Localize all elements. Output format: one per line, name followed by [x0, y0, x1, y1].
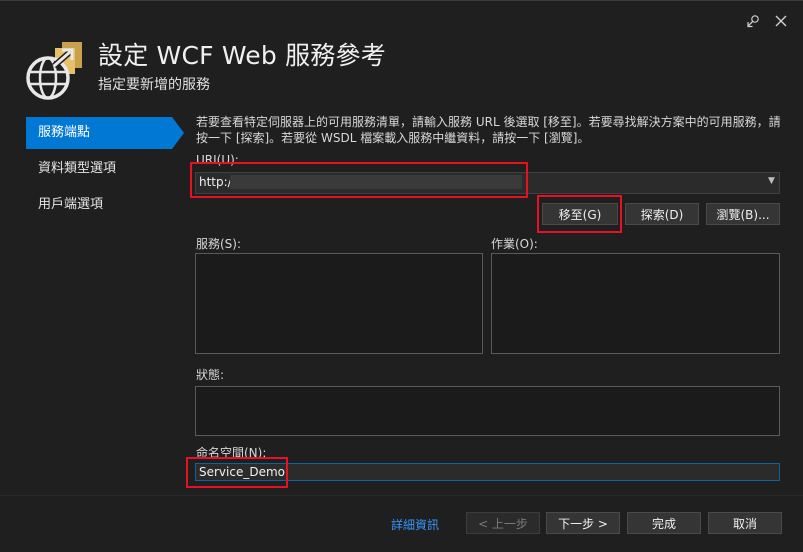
status-label: 狀態: — [196, 368, 225, 382]
previous-button[interactable]: < 上一步 — [466, 512, 540, 534]
services-list[interactable] — [195, 253, 483, 354]
namespace-label: 命名空間(N): — [196, 446, 267, 460]
operations-list[interactable] — [491, 253, 780, 354]
cancel-button[interactable]: 取消 — [708, 512, 782, 534]
dialog-title: 設定 WCF Web 服務參考 — [98, 41, 386, 70]
uri-redacted-area — [230, 175, 522, 189]
instructions-text: 若要查看特定伺服器上的可用服務清單，請輸入服務 URL 後選取 [移至]。若要尋… — [196, 115, 781, 145]
nav-item-service-endpoint[interactable]: 服務端點 — [26, 117, 184, 149]
go-button[interactable]: 移至(G) — [542, 203, 618, 225]
services-label: 服務(S): — [196, 237, 242, 251]
browse-button[interactable]: 瀏覽(B)... — [706, 203, 780, 225]
discover-button[interactable]: 探索(D) — [625, 203, 699, 225]
uri-label: URI(U): — [196, 153, 239, 167]
wcf-globe-icon — [24, 36, 90, 102]
next-button[interactable]: 下一步 > — [546, 512, 620, 534]
chevron-down-icon[interactable]: ▼ — [768, 176, 775, 186]
finish-button[interactable]: 完成 — [627, 512, 701, 534]
close-icon-glyph — [775, 15, 787, 27]
feedback-icon-glyph — [747, 15, 759, 28]
close-icon[interactable] — [770, 10, 792, 32]
status-box — [195, 386, 780, 436]
details-link[interactable]: 詳細資訊 — [391, 516, 439, 533]
nav-item-client-options[interactable]: 用戶端選項 — [26, 189, 172, 221]
operations-label: 作業(O): — [491, 237, 538, 251]
footer-divider — [0, 495, 803, 496]
feedback-icon[interactable] — [743, 10, 765, 32]
nav-item-label: 服務端點 — [38, 125, 91, 140]
nav-item-label: 用戶端選項 — [38, 197, 104, 212]
dialog-subtitle: 指定要新增的服務 — [98, 77, 210, 93]
namespace-input[interactable]: Service_Demo — [195, 463, 780, 481]
window-top-border — [0, 0, 803, 1]
uri-value[interactable]: http:/ — [199, 175, 232, 189]
nav-item-data-type-options[interactable]: 資料類型選項 — [26, 153, 172, 185]
nav-item-label: 資料類型選項 — [38, 161, 117, 176]
